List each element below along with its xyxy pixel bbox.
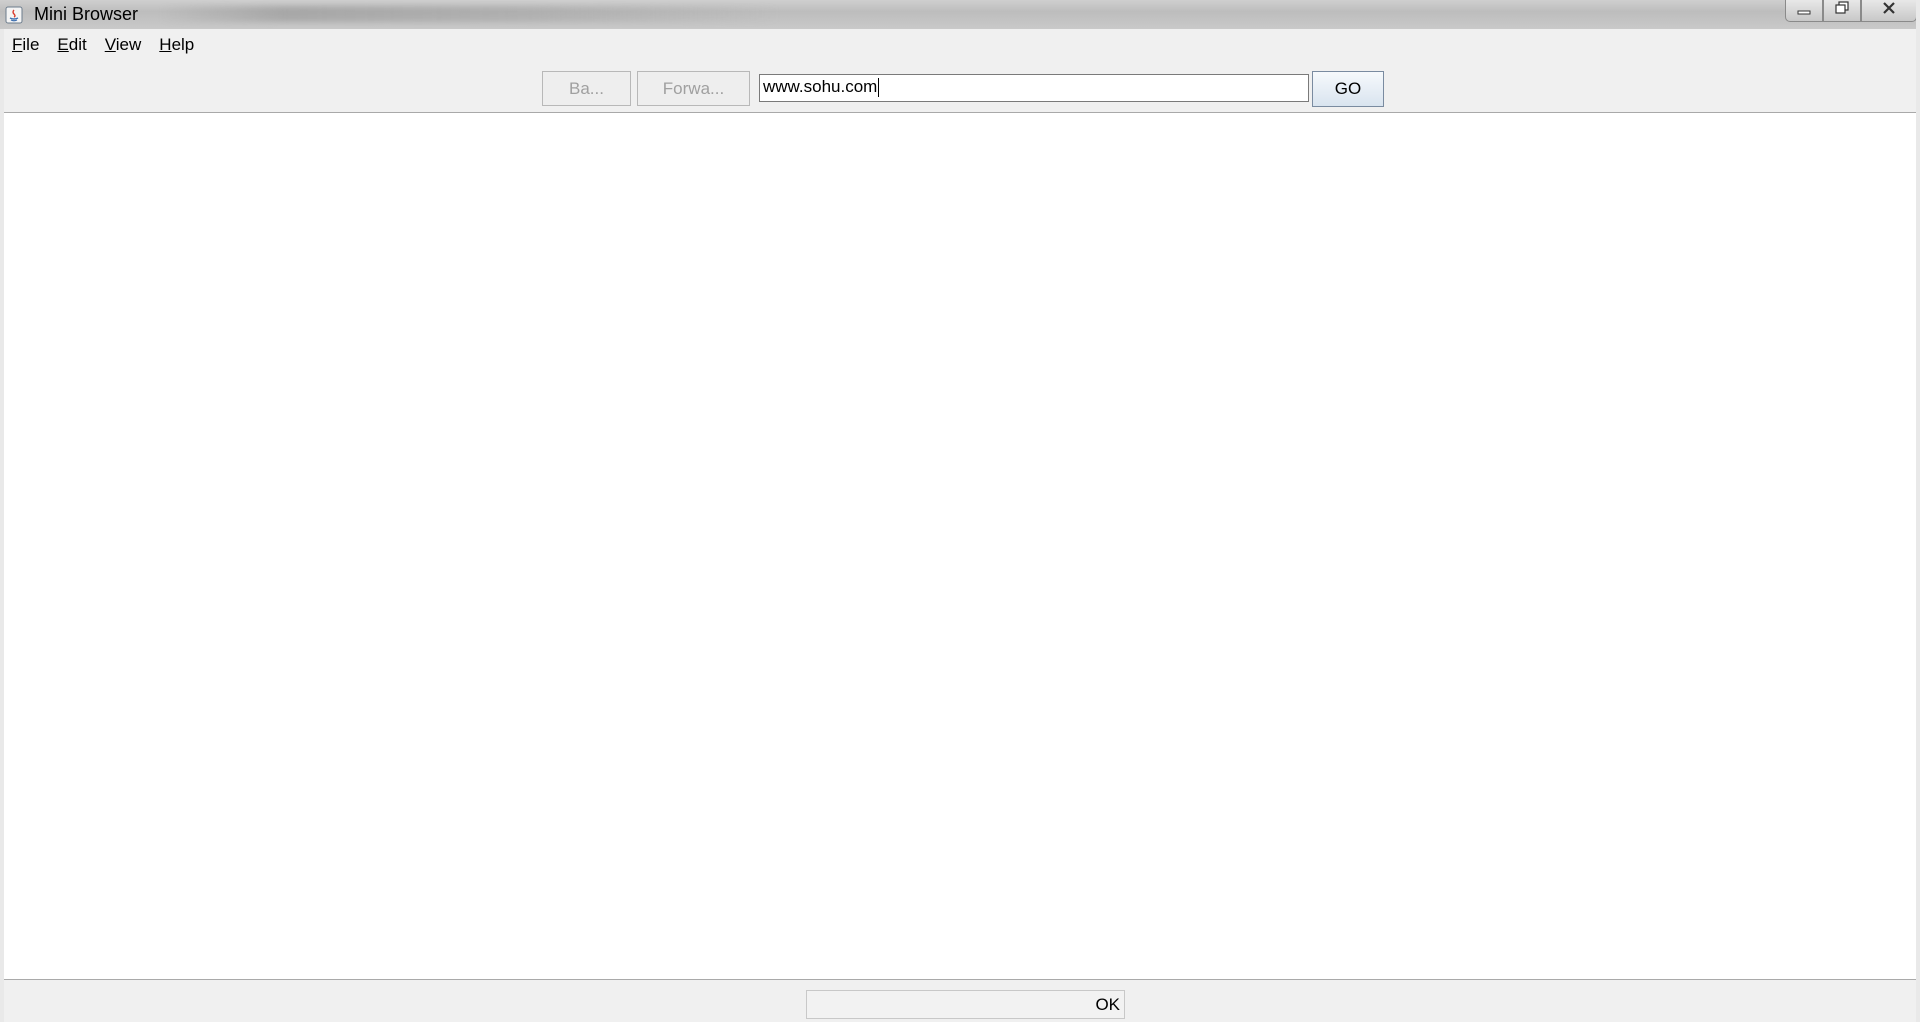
restore-button[interactable] — [1823, 0, 1861, 22]
menu-help-label: elp — [171, 35, 195, 54]
menu-file-label: ile — [22, 35, 40, 54]
menu-edit-label: dit — [68, 35, 87, 54]
status-field: OK — [806, 990, 1125, 1019]
menu-help-mnemonic: H — [159, 35, 172, 54]
window-controls — [1785, 0, 1917, 23]
window-border-right — [1916, 0, 1920, 1022]
menu-view[interactable]: View — [96, 35, 151, 55]
url-input[interactable]: www.sohu.com — [759, 74, 1309, 102]
navigation-toolbar: Ba... Forwa... www.sohu.com GO — [4, 61, 1916, 113]
restore-icon — [1834, 1, 1850, 20]
minimize-button[interactable] — [1785, 0, 1823, 22]
status-bar: OK — [4, 979, 1916, 1022]
url-value: www.sohu.com — [763, 77, 878, 96]
java-app-icon — [5, 6, 23, 24]
browser-window: Mini Browser File Edit View Help Ba... F… — [0, 0, 1920, 1022]
status-text: OK — [1095, 995, 1120, 1014]
minimize-icon — [1797, 2, 1811, 20]
menu-view-label: iew — [115, 35, 142, 54]
forward-button[interactable]: Forwa... — [637, 71, 750, 106]
close-button[interactable] — [1861, 0, 1917, 22]
window-title: Mini Browser — [34, 4, 139, 24]
menu-view-mnemonic: V — [104, 35, 116, 54]
text-caret — [878, 78, 880, 98]
menu-bar: File Edit View Help — [4, 29, 1916, 61]
back-button[interactable]: Ba... — [542, 71, 631, 106]
title-bar[interactable]: Mini Browser — [0, 0, 1920, 29]
close-icon — [1881, 1, 1897, 20]
menu-edit[interactable]: Edit — [48, 35, 95, 55]
menu-edit-mnemonic: E — [57, 35, 69, 54]
blurred-title-extension — [160, 6, 780, 22]
menu-file-mnemonic: F — [12, 35, 23, 54]
menu-file[interactable]: File — [4, 35, 48, 55]
go-button[interactable]: GO — [1312, 71, 1384, 107]
page-content-area[interactable] — [4, 113, 1916, 979]
menu-help[interactable]: Help — [150, 35, 203, 55]
